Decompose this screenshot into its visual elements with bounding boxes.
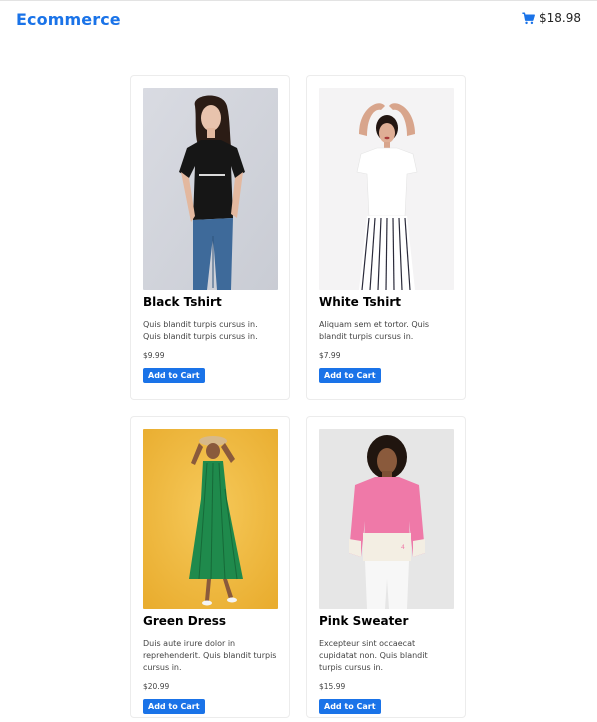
- product-grid: Black Tshirt Quis blandit turpis cursus …: [130, 75, 466, 718]
- product-title: Green Dress: [143, 614, 227, 628]
- woman-pink-sweater-photo: 4: [319, 429, 454, 609]
- woman-green-dress-photo: [143, 429, 278, 609]
- product-title: Black Tshirt: [143, 295, 222, 309]
- add-to-cart-button[interactable]: Add to Cart: [143, 699, 205, 714]
- product-card: Green Dress Duis aute irure dolor in rep…: [130, 416, 290, 718]
- product-price: $15.99: [319, 682, 346, 691]
- product-card: 4 Pink Sweater Excepteur sint occaecat c…: [306, 416, 466, 718]
- product-description: Aliquam sem et tortor. Quis blandit turp…: [319, 320, 430, 341]
- product-price: $20.99: [143, 682, 170, 691]
- add-to-cart-button[interactable]: Add to Cart: [143, 368, 205, 383]
- product-card: White Tshirt Aliquam sem et tortor. Quis…: [306, 75, 466, 400]
- add-to-cart-button[interactable]: Add to Cart: [319, 368, 381, 383]
- product-description: Duis aute irure dolor in reprehenderit. …: [143, 639, 277, 672]
- product-title: Pink Sweater: [319, 614, 409, 628]
- woman-white-tshirt-photo: [319, 88, 454, 290]
- svg-text:4: 4: [401, 544, 405, 551]
- product-title: White Tshirt: [319, 295, 401, 309]
- product-description: Quis blandit turpis cursus in. Quis blan…: [143, 320, 258, 341]
- woman-black-tshirt-photo: [143, 88, 278, 290]
- site-header: Ecommerce $18.98: [0, 1, 597, 39]
- shopping-cart-icon: [522, 11, 535, 25]
- brand-logo-link[interactable]: Ecommerce: [16, 10, 121, 29]
- product-price: $9.99: [143, 351, 165, 360]
- cart-total: $18.98: [539, 11, 581, 25]
- product-description: Excepteur sint occaecat cupidatat non. Q…: [319, 639, 428, 672]
- product-card: Black Tshirt Quis blandit turpis cursus …: [130, 75, 290, 400]
- product-price: $7.99: [319, 351, 341, 360]
- add-to-cart-button[interactable]: Add to Cart: [319, 699, 381, 714]
- cart-summary[interactable]: $18.98: [522, 11, 581, 25]
